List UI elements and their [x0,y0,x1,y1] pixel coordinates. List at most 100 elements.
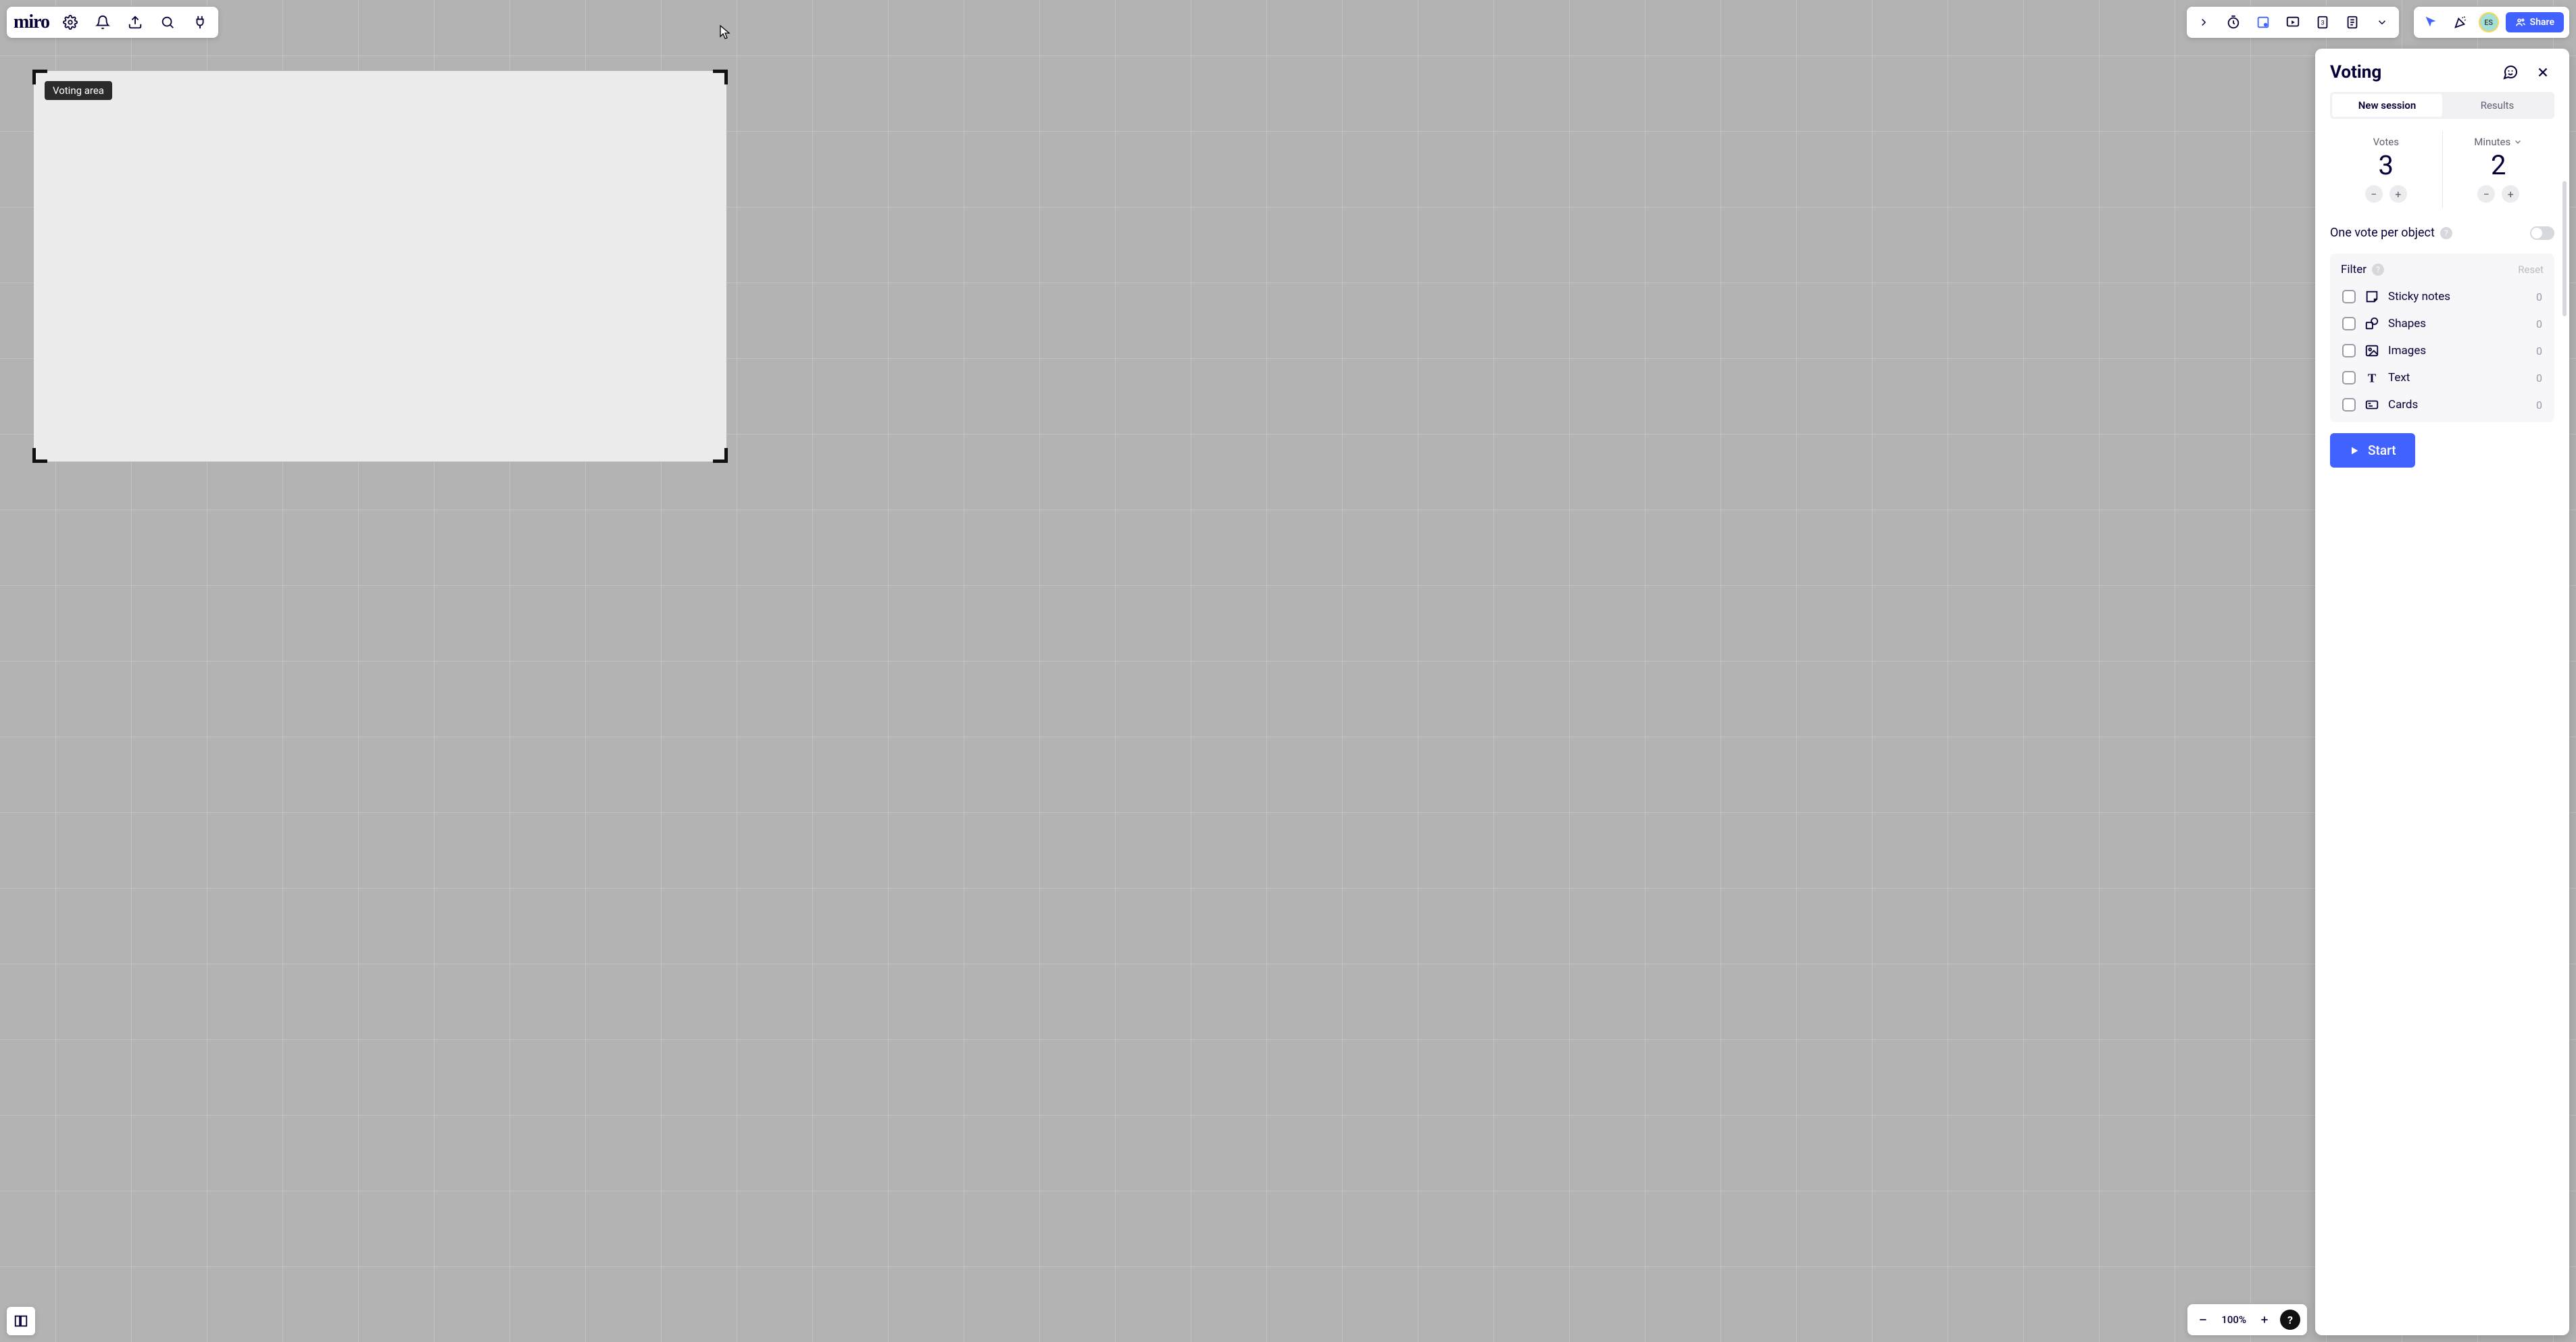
play-icon [2349,445,2360,456]
toolbar-top-left: miro [7,7,218,38]
presentation-icon [2285,15,2300,30]
frame-corner [713,70,728,84]
share-label: Share [2530,17,2554,28]
filter-row-cards: Cards 0 [2341,391,2544,418]
more-apps-button[interactable] [2371,11,2394,34]
minutes-decrement[interactable]: − [2477,185,2495,203]
filter-count: 0 [2536,372,2542,384]
minus-icon [2198,1314,2208,1325]
close-panel-button[interactable] [2531,61,2554,84]
help-icon[interactable]: ? [2440,227,2452,239]
notes-icon [2345,15,2360,30]
share-button[interactable]: Share [2506,12,2564,32]
cursor-icon [2423,15,2438,30]
one-vote-row: One vote per object ? [2315,215,2569,251]
minutes-increment[interactable]: + [2502,185,2519,203]
frames-icon [14,1314,28,1328]
toolbar-collab: 3 [2187,7,2399,38]
filter-name: Shapes [2388,317,2528,330]
filter-title: Filter [2341,263,2367,276]
filter-name: Images [2388,344,2528,357]
presentation-button[interactable] [2281,11,2304,34]
svg-text:3: 3 [2321,20,2324,26]
zoom-out-button[interactable] [2194,1311,2212,1328]
notifications-button[interactable] [91,11,114,34]
voting-area-label: Voting area [45,81,112,100]
panel-header: Voting [2315,49,2569,92]
search-icon [160,15,175,30]
votes-decrement[interactable]: − [2365,185,2383,203]
filter-row-images: Images 0 [2341,337,2544,364]
chevron-down-icon [2513,137,2523,147]
tab-new-session[interactable]: New session [2332,94,2442,117]
smiley-chat-icon [2502,64,2519,80]
toolbar-presence: ES Share [2414,7,2569,38]
filter-count: 0 [2536,318,2542,330]
apps-button[interactable] [189,11,212,34]
votes-counter: Votes 3 − + [2330,131,2443,208]
timer-button[interactable] [2222,11,2245,34]
filter-name: Sticky notes [2388,290,2528,303]
svg-text:T: T [2368,371,2376,384]
mouse-cursor-icon [719,24,733,41]
help-button[interactable]: ? [2280,1310,2300,1330]
filter-count: 0 [2536,345,2542,357]
voting-icon [2256,15,2271,30]
minutes-label-text: Minutes [2474,136,2510,148]
minutes-label[interactable]: Minutes [2474,136,2523,148]
plug-icon [193,15,207,30]
people-icon [2515,17,2526,28]
help-icon[interactable]: ? [2372,264,2384,276]
gear-icon [63,15,78,30]
voting-area-frame[interactable] [34,71,726,462]
minutes-value: 2 [2443,149,2555,181]
filter-row-text: T Text 0 [2341,364,2544,391]
filter-count: 0 [2536,291,2542,303]
filter-name: Cards [2388,398,2528,412]
export-button[interactable] [124,11,147,34]
panel-tabs: New session Results [2330,92,2554,119]
filter-box: Filter ? Reset Sticky notes 0 Shapes 0 [2330,253,2554,422]
zoom-in-button[interactable] [2256,1311,2273,1328]
frame-corner [713,448,728,463]
settings-button[interactable] [59,11,82,34]
search-button[interactable] [156,11,179,34]
reactions-button[interactable] [2449,11,2472,34]
notes-button[interactable] [2341,11,2364,34]
start-button[interactable]: Start [2330,433,2415,468]
estimation-button[interactable]: 3 [2311,11,2334,34]
frames-panel-button[interactable] [7,1307,35,1335]
one-vote-label: One vote per object [2330,226,2435,240]
card-icon [2364,397,2380,412]
collapse-toolbar-button[interactable] [2192,11,2215,34]
votes-increment[interactable]: + [2389,185,2407,203]
feedback-button[interactable] [2499,61,2522,84]
filter-checkbox[interactable] [2342,344,2356,357]
start-label: Start [2368,443,2396,458]
timer-icon [2226,15,2241,30]
filter-checkbox[interactable] [2342,290,2356,303]
filter-reset[interactable]: Reset [2518,264,2544,276]
minutes-counter: Minutes 2 − + [2443,131,2555,208]
filter-row-sticky-notes: Sticky notes 0 [2341,283,2544,310]
filter-checkbox[interactable] [2342,317,2356,330]
zoom-percent[interactable]: 100% [2219,1314,2249,1326]
miro-logo[interactable]: miro [14,11,49,33]
cursor-tracking-button[interactable] [2419,11,2442,34]
filter-row-shapes: Shapes 0 [2341,310,2544,337]
upload-icon [128,15,143,30]
panel-title: Voting [2330,62,2381,82]
panel-scrollbar[interactable] [2562,181,2567,316]
card-number-icon: 3 [2315,15,2330,30]
filter-checkbox[interactable] [2342,398,2356,412]
user-avatar[interactable]: ES [2479,12,2499,32]
tab-results[interactable]: Results [2442,94,2552,117]
one-vote-toggle[interactable] [2530,226,2554,240]
voting-panel: Voting New session Results Votes 3 − + M… [2315,49,2569,1335]
votes-value: 3 [2330,149,2442,181]
filter-name: Text [2388,371,2528,384]
voting-button[interactable] [2252,11,2275,34]
image-icon [2364,343,2380,358]
filter-checkbox[interactable] [2342,371,2356,384]
plus-icon [2259,1314,2270,1325]
